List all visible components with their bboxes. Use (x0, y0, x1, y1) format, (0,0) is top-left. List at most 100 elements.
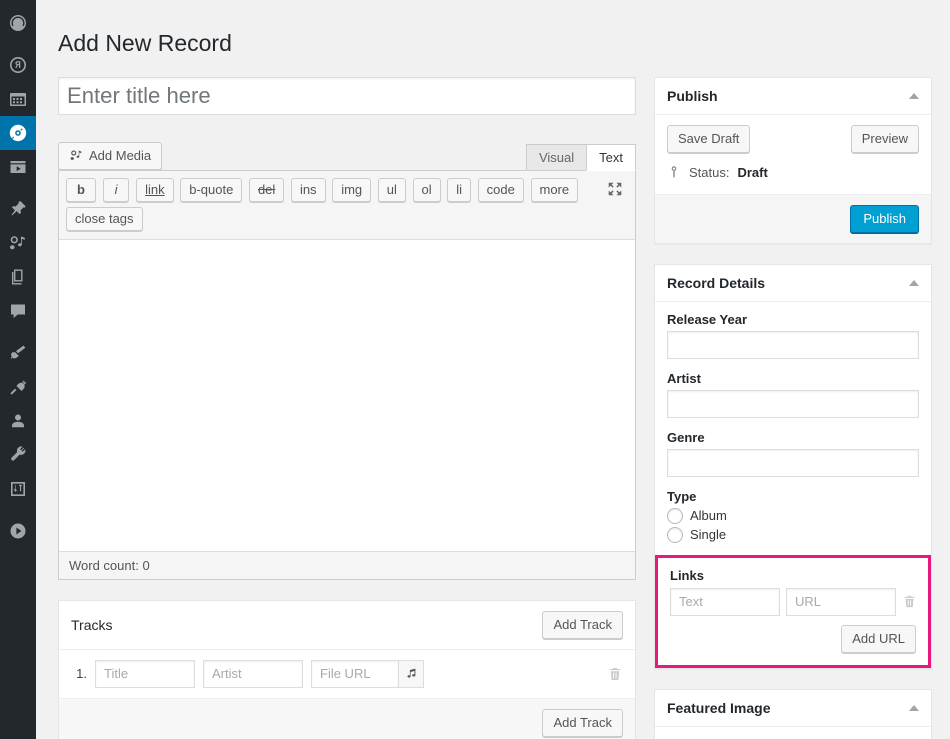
tab-text[interactable]: Text (586, 143, 636, 171)
radio-single[interactable] (667, 526, 683, 543)
dashboard-icon (8, 13, 28, 33)
tracks-footer: Add Track (59, 698, 635, 739)
editor-top-row: Add Media Visual Text (58, 141, 636, 171)
link-url-input[interactable] (786, 587, 896, 616)
play-circle-icon (8, 521, 28, 541)
radio-album[interactable] (667, 507, 683, 524)
tracks-panel: Tracks Add Track 1. Title Artist File UR… (58, 599, 636, 739)
tracks-title: Tracks (71, 616, 113, 633)
publish-panel-header: Publish (655, 78, 931, 115)
release-year-input[interactable] (667, 330, 919, 359)
quicktag-ins[interactable]: ins (290, 177, 326, 202)
quicktag-ol[interactable]: ol (412, 177, 441, 202)
comment-icon (8, 301, 28, 321)
sidebar-item-settings[interactable] (0, 472, 36, 506)
calendar-icon (8, 89, 28, 109)
editor-textarea[interactable] (59, 238, 635, 551)
plug-icon (8, 377, 28, 397)
link-text-input[interactable] (670, 587, 780, 616)
editor: Add Media Visual Text b i link b-quote d… (58, 141, 636, 580)
publish-button[interactable]: Publish (850, 204, 919, 233)
user-icon (8, 411, 28, 431)
media-audio-icon (8, 233, 28, 253)
pin-marker-icon (667, 165, 681, 179)
quicktag-italic[interactable]: i (102, 177, 130, 202)
publish-body: Save Draft Preview Status: Draft (655, 115, 931, 194)
chevron-up-icon[interactable] (909, 279, 919, 286)
preview-button[interactable]: Preview (850, 124, 919, 153)
sidebar-item-posts[interactable] (0, 48, 36, 82)
genre-field: Genre (667, 430, 919, 477)
sidebar-item-pins[interactable] (0, 192, 36, 226)
chevron-up-icon[interactable] (909, 92, 919, 99)
delete-track-icon[interactable] (607, 666, 623, 682)
sidebar-item-audio[interactable] (0, 226, 36, 260)
type-option-single[interactable]: Single (667, 526, 919, 543)
tab-visual[interactable]: Visual (525, 143, 588, 170)
quicktag-more[interactable]: more (530, 177, 579, 202)
quicktags-toolbar: b i link b-quote del ins img ul ol li co… (59, 170, 635, 239)
quicktag-link[interactable]: link (136, 177, 174, 202)
featured-image-title: Featured Image (667, 699, 771, 716)
quicktag-bold[interactable]: b (66, 177, 96, 202)
sidebar-item-users[interactable] (0, 404, 36, 438)
sidebar-item-pages[interactable] (0, 260, 36, 294)
main-content: Add New Record Add Media (36, 0, 950, 739)
track-artist-input[interactable] (203, 659, 303, 688)
radio-single-label: Single (690, 527, 727, 543)
add-track-button-top[interactable]: Add Track (542, 610, 623, 639)
chevron-up-icon[interactable] (909, 704, 919, 711)
word-count: Word count: 0 (59, 550, 635, 579)
quicktag-ul[interactable]: ul (377, 177, 406, 202)
quicktag-blockquote[interactable]: b-quote (180, 177, 243, 202)
add-track-button-bottom[interactable]: Add Track (542, 708, 623, 737)
sidebar-item-dashboard[interactable] (0, 6, 36, 40)
track-file-url-input[interactable] (311, 659, 399, 688)
type-option-album[interactable]: Album (667, 507, 919, 524)
tracks-header: Tracks Add Track (59, 601, 635, 650)
post-title-input[interactable] (58, 76, 636, 115)
add-media-button[interactable]: Add Media (58, 141, 163, 170)
paintbrush-icon (8, 343, 28, 363)
delete-link-icon[interactable] (902, 594, 917, 609)
admin-sidebar (0, 0, 44, 739)
type-label: Type (667, 488, 697, 504)
post-status-row: Status: Draft (667, 163, 919, 184)
save-draft-button[interactable]: Save Draft (667, 124, 751, 153)
quicktag-code[interactable]: code (477, 177, 524, 202)
quicktag-img[interactable]: img (332, 177, 372, 202)
sidebar-item-appearance[interactable] (0, 336, 36, 370)
radio-album-label: Album (690, 508, 727, 524)
quicktag-del[interactable]: del (248, 177, 285, 202)
quicktag-close-tags[interactable]: close tags (66, 206, 143, 231)
publish-footer: Publish (655, 193, 931, 243)
release-year-field: Release Year (667, 312, 919, 359)
quicktag-li[interactable]: li (447, 177, 472, 202)
track-row: 1. (59, 650, 635, 699)
wrench-icon (8, 445, 28, 465)
sidebar-item-records[interactable] (0, 116, 44, 150)
artist-field: Artist (667, 371, 919, 418)
pin-icon (8, 199, 28, 219)
links-section: Links Add URL (655, 554, 931, 668)
add-url-button[interactable]: Add URL (841, 624, 916, 653)
editor-mode-tabs: Visual Text (525, 143, 636, 171)
sliders-icon (8, 479, 28, 499)
sidebar-item-collapse[interactable] (0, 514, 36, 548)
sidebar-item-plugins[interactable] (0, 370, 36, 404)
artist-input[interactable] (667, 389, 919, 418)
video-icon (8, 157, 28, 177)
record-details-body: Release Year Artist Genre Type Album Sin… (655, 302, 931, 668)
sidebar-item-tools[interactable] (0, 438, 36, 472)
sidebar-item-comments[interactable] (0, 294, 36, 328)
sidebar-item-calendar[interactable] (0, 82, 36, 116)
featured-image-body (655, 727, 931, 739)
music-note-icon[interactable] (398, 659, 424, 688)
record-details-header: Record Details (655, 265, 931, 302)
sidebar-item-media-player[interactable] (0, 150, 36, 184)
fullscreen-icon[interactable] (606, 180, 626, 200)
title-field-wrap (58, 76, 636, 115)
genre-input[interactable] (667, 448, 919, 477)
track-title-input[interactable] (95, 659, 195, 688)
admin-page: Add New Record Add Media (0, 0, 950, 739)
